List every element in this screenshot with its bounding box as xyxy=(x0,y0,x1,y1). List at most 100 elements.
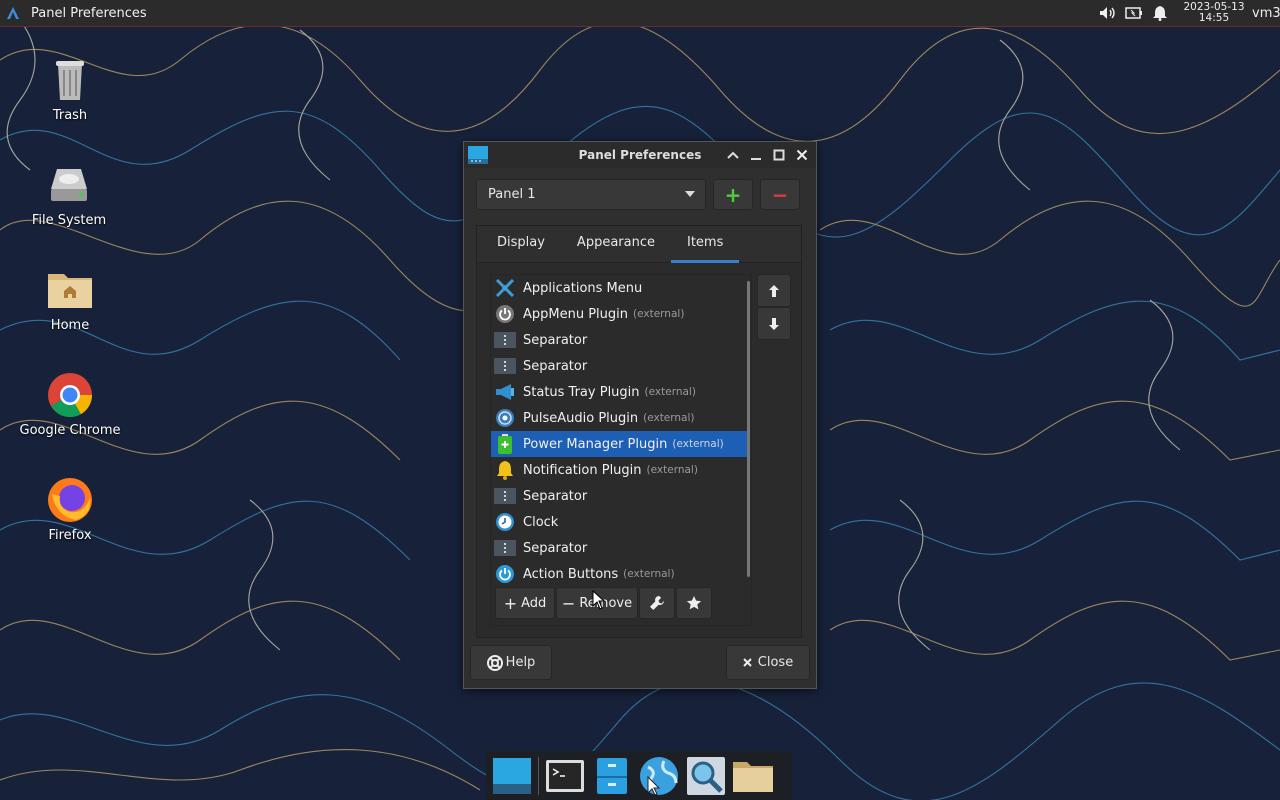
window-titlebar[interactable]: Panel Preferences xyxy=(464,142,816,168)
web-browser-icon[interactable] xyxy=(638,755,680,797)
clock-time: 14:55 xyxy=(1198,12,1230,24)
home-folder-icon xyxy=(46,266,94,314)
items-list-panel: Applications Menu AppMenu Plugin (extern… xyxy=(490,274,752,626)
active-window-title[interactable]: Panel Preferences xyxy=(31,6,147,21)
shade-button[interactable] xyxy=(724,146,741,163)
desktop-icon-file-system[interactable]: File System xyxy=(9,161,129,228)
item-external-tag: (external) xyxy=(623,568,675,580)
megaphone-icon xyxy=(494,381,516,403)
item-external-tag: (external) xyxy=(672,438,724,450)
panel-clock[interactable]: 2023-05-13 14:55 xyxy=(1182,2,1246,24)
desktop-icon-google-chrome[interactable]: Google Chrome xyxy=(10,371,130,438)
list-item[interactable]: Status Tray Plugin (external) xyxy=(491,379,749,405)
file-manager-icon[interactable] xyxy=(591,755,633,797)
panel-select[interactable]: Panel 1 xyxy=(476,179,706,210)
minimize-button[interactable] xyxy=(747,146,764,163)
help-button[interactable]: Help xyxy=(470,645,552,680)
list-item[interactable]: Separator xyxy=(491,327,749,353)
item-name: Separator xyxy=(523,540,588,556)
app-finder-icon[interactable] xyxy=(685,755,727,797)
xfce-app-menu-icon[interactable] xyxy=(2,2,24,24)
item-name: PulseAudio Plugin xyxy=(523,410,639,426)
firefox-icon xyxy=(46,476,94,524)
remove-panel-button[interactable]: − xyxy=(760,179,800,210)
star-icon xyxy=(686,596,702,610)
item-name: Separator xyxy=(523,358,588,374)
bell-icon[interactable] xyxy=(1150,3,1170,23)
bell-yellow-icon xyxy=(494,459,516,481)
move-up-button[interactable] xyxy=(757,274,791,307)
list-item[interactable]: Separator xyxy=(491,483,749,509)
minus-icon: − xyxy=(771,182,789,207)
plugin-items-list[interactable]: Applications Menu AppMenu Plugin (extern… xyxy=(491,275,749,583)
maximize-button[interactable] xyxy=(770,146,787,163)
panel-select-value: Panel 1 xyxy=(488,187,536,202)
desktop-icon-label: Home xyxy=(50,318,90,333)
separator-icon xyxy=(494,355,516,377)
list-item-selected[interactable]: Power Manager Plugin (external) xyxy=(491,431,749,457)
list-item[interactable]: Separator xyxy=(491,535,749,561)
desktop-icon-label: Firefox xyxy=(48,528,92,543)
list-item[interactable]: Separator xyxy=(491,353,749,379)
close-window-button[interactable] xyxy=(793,146,810,163)
separator-icon xyxy=(494,485,516,507)
plus-icon: + xyxy=(724,182,742,207)
plus-icon: + xyxy=(503,593,518,613)
item-external-tag: (external) xyxy=(644,386,696,398)
item-properties-button[interactable] xyxy=(639,587,675,619)
list-scrollbar[interactable] xyxy=(747,281,750,577)
item-name: Notification Plugin xyxy=(523,462,642,478)
power-gray-icon xyxy=(494,303,516,325)
arrow-down-icon xyxy=(769,317,779,330)
bottom-dock xyxy=(486,751,792,800)
move-down-button[interactable] xyxy=(757,307,791,340)
trash-icon xyxy=(46,56,94,104)
xfce-menu-icon xyxy=(494,277,516,299)
show-desktop-icon[interactable] xyxy=(491,755,533,797)
list-item[interactable]: AppMenu Plugin (external) xyxy=(491,301,749,327)
list-item[interactable]: Clock xyxy=(491,509,749,535)
item-about-button[interactable] xyxy=(676,587,712,619)
list-item[interactable]: PulseAudio Plugin (external) xyxy=(491,405,749,431)
add-item-button[interactable]: + Add xyxy=(495,587,555,619)
volume-icon[interactable] xyxy=(1098,3,1118,23)
panel-preferences-window: Panel Preferences Panel 1 + − Display Ap… xyxy=(463,141,817,689)
list-item[interactable]: Notification Plugin (external) xyxy=(491,457,749,483)
clock-icon xyxy=(494,511,516,533)
separator-icon xyxy=(494,537,516,559)
close-button[interactable]: Close xyxy=(726,645,810,680)
arrow-up-icon xyxy=(769,284,779,297)
item-name: Status Tray Plugin xyxy=(523,384,640,400)
battery-icon[interactable] xyxy=(1124,3,1144,23)
desktop-icon-trash[interactable]: Trash xyxy=(10,56,130,123)
mouse-cursor xyxy=(592,590,606,610)
folder-icon[interactable] xyxy=(732,755,774,797)
panel-preferences-app-icon xyxy=(467,145,489,165)
desktop-icon-label: Trash xyxy=(52,108,88,123)
tab-display[interactable]: Display xyxy=(477,226,561,262)
add-panel-button[interactable]: + xyxy=(713,179,753,210)
list-item[interactable]: Applications Menu xyxy=(491,275,749,301)
add-item-label: Add xyxy=(521,595,547,611)
desktop-icon-home[interactable]: Home xyxy=(10,266,130,333)
item-external-tag: (external) xyxy=(646,464,698,476)
desktop-icon-label: File System xyxy=(31,213,107,228)
power-blue-icon xyxy=(494,563,516,583)
close-label: Close xyxy=(757,655,794,670)
top-panel: Panel Preferences 2023-05-13 14:55 vm3 xyxy=(0,0,1280,27)
item-external-tag: (external) xyxy=(633,308,685,320)
tab-items[interactable]: Items xyxy=(670,226,740,263)
list-item[interactable]: Action Buttons (external) xyxy=(491,561,749,583)
item-name: Separator xyxy=(523,332,588,348)
help-label: Help xyxy=(505,655,536,670)
item-name: Separator xyxy=(523,488,588,504)
tab-bar: Display Appearance Items xyxy=(477,226,801,263)
desktop-icon-label: Google Chrome xyxy=(19,423,121,438)
chevron-down-icon xyxy=(685,191,695,197)
desktop-icon-firefox[interactable]: Firefox xyxy=(10,476,130,543)
user-menu[interactable]: vm3 xyxy=(1252,6,1280,21)
terminal-icon[interactable] xyxy=(544,755,586,797)
tab-appearance[interactable]: Appearance xyxy=(561,226,671,262)
item-name: Clock xyxy=(523,514,559,530)
item-name: Applications Menu xyxy=(523,280,643,296)
